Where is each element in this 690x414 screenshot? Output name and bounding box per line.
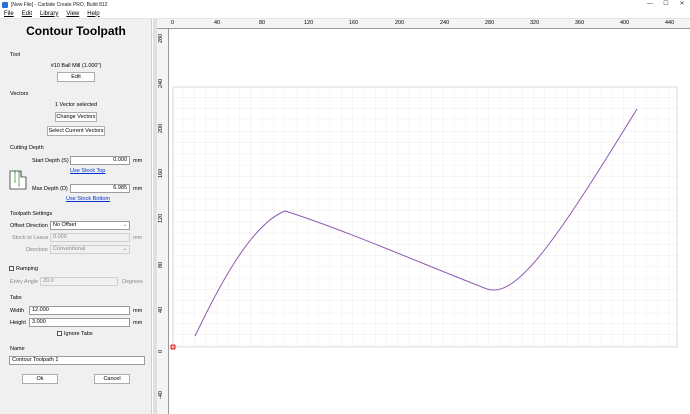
start-depth-label: Start Depth (S)	[32, 158, 69, 164]
maximize-button[interactable]: ☐	[658, 0, 674, 9]
stock-to-leave-unit: mm	[133, 235, 143, 241]
menu-file[interactable]: File	[4, 11, 14, 17]
ruler-y-label: 200	[158, 123, 164, 133]
ruler-x-label: 240	[440, 20, 450, 26]
ignore-tabs-checkbox[interactable]	[57, 331, 62, 336]
direction-select: Conventional ⌄	[50, 245, 130, 254]
horizontal-ruler: 0 40 80 120 160 200 240 280 320 360 400 …	[157, 19, 690, 29]
stock-to-leave-label: Stock to Leave	[12, 235, 49, 241]
ruler-y-label: 280	[158, 33, 164, 43]
max-depth-input[interactable]: 6.985	[70, 184, 130, 193]
ruler-x-label: 40	[214, 20, 221, 26]
tab-width-unit: mm	[133, 308, 143, 314]
name-section-label: Name	[10, 346, 25, 352]
tab-width-input[interactable]: 12.000	[29, 306, 130, 315]
ramping-label: Ramping	[16, 266, 39, 272]
minimize-button[interactable]: —	[642, 0, 658, 9]
ruler-x-label: 200	[395, 20, 405, 26]
start-depth-input[interactable]: 0.000	[70, 156, 130, 165]
tabs-section-label: Tabs	[10, 295, 22, 301]
design-canvas[interactable]: 0 40 80 120 160 200 240 280 320 360 400 …	[157, 19, 690, 414]
menu-edit[interactable]: Edit	[22, 11, 32, 17]
toolpath-settings-section-label: Toolpath Settings	[10, 211, 53, 217]
stock-area	[172, 86, 678, 348]
window-title: [New File] - Carbide Create PRO, Build 8…	[11, 1, 108, 8]
vector-status: 1 Vector selected	[54, 102, 98, 108]
direction-label: Direction	[26, 247, 48, 253]
ruler-y-label: 80	[158, 261, 164, 268]
app-icon	[2, 1, 8, 8]
menu-library[interactable]: Library	[40, 11, 58, 17]
offset-direction-value: No Offset	[53, 222, 77, 228]
select-current-vectors-button[interactable]: Select Current Vectors	[47, 126, 105, 136]
ruler-x-label: 120	[304, 20, 314, 26]
offset-direction-select[interactable]: No Offset ⌄	[50, 221, 130, 230]
window-controls: — ☐ ✕	[642, 0, 690, 9]
tab-height-input[interactable]: 3.000	[29, 318, 130, 327]
menu-view[interactable]: View	[66, 11, 79, 17]
ruler-x-label: 400	[620, 20, 630, 26]
tool-name: #10 Ball Mill (1.000")	[50, 63, 102, 69]
close-button[interactable]: ✕	[674, 0, 690, 9]
menu-bar: File Edit Library View Help	[0, 9, 690, 19]
ruler-y-label: 120	[158, 213, 164, 223]
use-stock-top-link[interactable]: Use Stock Top	[70, 168, 105, 174]
tool-section-label: Tool	[10, 52, 21, 58]
ruler-y-label: 40	[158, 306, 164, 313]
menu-help[interactable]: Help	[87, 11, 99, 17]
ruler-y-label: -40	[158, 391, 164, 399]
ruler-x-label: 280	[485, 20, 495, 26]
change-vectors-button[interactable]: Change Vectors	[55, 112, 97, 122]
ruler-x-label: 0	[171, 20, 175, 26]
chevron-down-icon: ⌄	[122, 222, 127, 228]
ruler-y-label: 160	[158, 168, 164, 178]
max-depth-label: Max Depth (D)	[32, 186, 68, 192]
toolpath-name-input[interactable]: Contour Toolpath 1	[9, 356, 145, 365]
entry-angle-input: 20.0	[40, 277, 118, 286]
vectors-section-label: Vectors	[10, 91, 29, 97]
ruler-x-label: 320	[530, 20, 540, 26]
panel-title: Contour Toolpath	[26, 24, 126, 38]
cancel-button[interactable]: Cancel	[94, 374, 130, 384]
ruler-x-label: 440	[665, 20, 675, 26]
canvas-drawing	[157, 86, 678, 350]
tab-width-label: Width	[10, 308, 25, 314]
max-depth-unit: mm	[133, 186, 143, 192]
cutting-depth-section-label: Cutting Depth	[10, 145, 44, 151]
ruler-x-label: 80	[259, 20, 266, 26]
vertical-ruler: 280 240 200 160 120 80 40 0 -40	[157, 29, 169, 414]
ruler-y-label: 0	[158, 349, 164, 353]
contour-toolpath-panel: Contour Toolpath Tool #10 Ball Mill (1.0…	[0, 19, 152, 414]
tab-height-unit: mm	[133, 320, 143, 326]
tab-height-label: Height	[10, 320, 26, 326]
ok-button[interactable]: Ok	[22, 374, 58, 384]
chevron-down-icon: ⌄	[122, 246, 127, 252]
ruler-x-label: 360	[575, 20, 585, 26]
offset-direction-label: Offset Direction	[10, 223, 48, 229]
depth-diagram-icon	[9, 170, 27, 190]
entry-angle-label: Entry Angle	[10, 279, 39, 285]
stock-to-leave-input: 0.000	[50, 233, 130, 242]
use-stock-bottom-link[interactable]: Use Stock Bottom	[66, 196, 110, 202]
title-bar: [New File] - Carbide Create PRO, Build 8…	[0, 0, 690, 9]
ruler-x-label: 160	[349, 20, 359, 26]
edit-tool-button[interactable]: Edit	[57, 72, 95, 82]
start-depth-unit: mm	[133, 158, 143, 164]
ruler-y-label: 240	[158, 78, 164, 88]
ramping-checkbox[interactable]	[9, 266, 14, 271]
entry-angle-unit: Degrees	[122, 279, 143, 285]
direction-value: Conventional	[53, 246, 86, 252]
ignore-tabs-label: Ignore Tabs	[64, 331, 93, 337]
